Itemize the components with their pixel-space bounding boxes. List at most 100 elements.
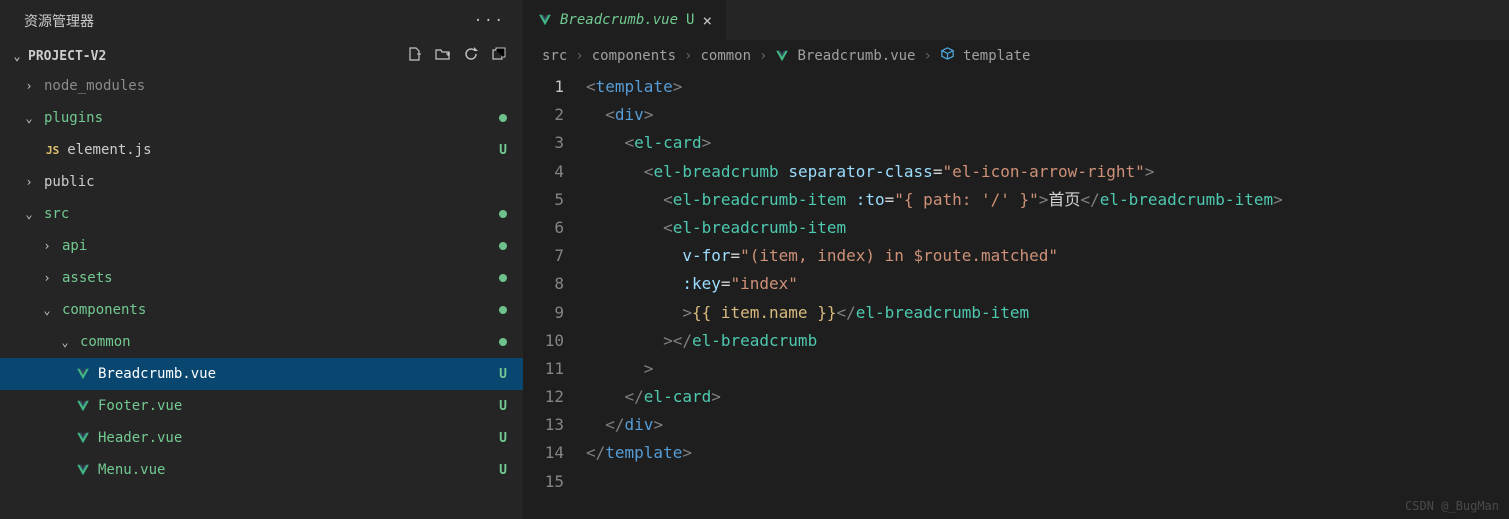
code-line[interactable]: v-for="(item, index) in $route.matched": [586, 242, 1509, 270]
tree-item-label: assets: [62, 270, 113, 286]
vue-icon: [775, 49, 789, 63]
code-line[interactable]: <el-breadcrumb-item: [586, 214, 1509, 242]
chevron-down-icon: ⌄: [10, 49, 24, 63]
tree-item-element-js[interactable]: JS element.js U: [0, 134, 523, 166]
tree-item-src[interactable]: ⌄ src: [0, 198, 523, 230]
watermark: CSDN @_BugMan: [1405, 499, 1499, 513]
tree-item-assets[interactable]: › assets: [0, 262, 523, 294]
new-folder-icon[interactable]: [435, 46, 451, 66]
code-line[interactable]: [586, 468, 1509, 496]
modified-dot-icon: [499, 242, 507, 250]
breadcrumb[interactable]: src›components›common›Breadcrumb.vue›tem…: [524, 40, 1509, 71]
line-number: 8: [524, 270, 586, 298]
collapse-icon[interactable]: [491, 46, 507, 66]
breadcrumb-segment[interactable]: template: [963, 48, 1030, 64]
line-number: 2: [524, 101, 586, 129]
breadcrumb-segment[interactable]: components: [592, 48, 676, 64]
code-line[interactable]: </template>: [586, 439, 1509, 467]
line-number: 11: [524, 355, 586, 383]
tree-item-breadcrumb-vue[interactable]: Breadcrumb.vue U: [0, 358, 523, 390]
modified-dot-icon: [499, 338, 507, 346]
tree-item-node_modules[interactable]: › node_modules: [0, 70, 523, 102]
line-number: 5: [524, 186, 586, 214]
tree-item-header-vue[interactable]: Header.vue U: [0, 422, 523, 454]
breadcrumb-segment[interactable]: common: [700, 48, 751, 64]
code-line[interactable]: </div>: [586, 411, 1509, 439]
code-content[interactable]: <template> <div> <el-card> <el-breadcrum…: [586, 71, 1509, 519]
vue-icon: [76, 399, 90, 413]
tree-item-label: element.js: [67, 142, 151, 158]
tree-item-label: Menu.vue: [98, 462, 165, 478]
project-header[interactable]: ⌄ PROJECT-V2: [0, 42, 523, 70]
tree-item-label: Breadcrumb.vue: [98, 366, 216, 382]
tree-item-components[interactable]: ⌄ components: [0, 294, 523, 326]
git-status-untracked: U: [499, 367, 507, 382]
tree-item-footer-vue[interactable]: Footer.vueU: [0, 390, 523, 422]
modified-dot-icon: [499, 306, 507, 314]
refresh-icon[interactable]: [463, 46, 479, 66]
chevron-right-icon: ›: [40, 271, 54, 285]
chevron-down-icon: ⌄: [58, 335, 72, 349]
line-number: 6: [524, 214, 586, 242]
chevron-right-icon: ›: [759, 48, 767, 64]
code-line[interactable]: >{{ item.name }}</el-breadcrumb-item: [586, 299, 1509, 327]
file-tree: › node_modules ⌄plugins JS element.js U › publi…: [0, 70, 523, 519]
code-line[interactable]: <el-breadcrumb-item :to="{ path: '/' }">…: [586, 186, 1509, 214]
new-file-icon[interactable]: [407, 46, 423, 66]
chevron-down-icon: ⌄: [22, 207, 36, 221]
tab-status: U: [686, 12, 694, 28]
more-actions-icon[interactable]: ···: [474, 13, 505, 29]
chevron-right-icon: ›: [22, 79, 36, 93]
breadcrumb-segment[interactable]: Breadcrumb.vue: [797, 48, 915, 64]
tree-item-api[interactable]: › api: [0, 230, 523, 262]
tab-label: Breadcrumb.vue: [560, 12, 678, 28]
code-line[interactable]: </el-card>: [586, 383, 1509, 411]
line-number: 15: [524, 468, 586, 496]
code-line[interactable]: <div>: [586, 101, 1509, 129]
tree-item-label: src: [44, 206, 69, 222]
chevron-right-icon: ›: [40, 239, 54, 253]
tree-item-common[interactable]: ⌄common: [0, 326, 523, 358]
line-number: 13: [524, 411, 586, 439]
close-icon[interactable]: ×: [702, 11, 712, 30]
tree-item-label: api: [62, 238, 87, 254]
tab-breadcrumb-vue[interactable]: Breadcrumb.vue U ×: [524, 0, 727, 40]
js-icon: JS: [46, 144, 59, 157]
line-number: 9: [524, 299, 586, 327]
explorer-title: 资源管理器: [24, 11, 94, 31]
chevron-right-icon: ›: [924, 48, 932, 64]
code-area[interactable]: 123456789101112131415 <template> <div> <…: [524, 71, 1509, 519]
modified-dot-icon: [499, 114, 507, 122]
chevron-right-icon: ›: [22, 175, 36, 189]
explorer-title-bar: 资源管理器 ···: [0, 0, 523, 42]
code-line[interactable]: ></el-breadcrumb: [586, 327, 1509, 355]
editor-pane: Breadcrumb.vue U × src › components › common…: [524, 0, 1509, 519]
code-line[interactable]: :key="index": [586, 270, 1509, 298]
tree-item-label: public: [44, 174, 95, 190]
tree-item-menu-vue[interactable]: Menu.vue U: [0, 454, 523, 486]
code-line[interactable]: <el-breadcrumb separator-class="el-icon-…: [586, 158, 1509, 186]
modified-dot-icon: [499, 274, 507, 282]
modified-dot-icon: [499, 210, 507, 218]
code-line[interactable]: <el-card>: [586, 129, 1509, 157]
vue-icon: [76, 367, 90, 381]
git-status-untracked: U: [499, 463, 507, 478]
line-number: 4: [524, 158, 586, 186]
chevron-down-icon: ⌄: [40, 303, 54, 317]
template-icon: [940, 46, 955, 65]
tree-item-plugins[interactable]: ⌄plugins: [0, 102, 523, 134]
tree-item-label: node_modules: [44, 78, 145, 94]
code-line[interactable]: <template>: [586, 73, 1509, 101]
line-number: 12: [524, 383, 586, 411]
tree-item-public[interactable]: › public: [0, 166, 523, 198]
chevron-right-icon: ›: [575, 48, 583, 64]
vue-icon: [76, 431, 90, 445]
tree-item-label: components: [62, 302, 146, 318]
tree-item-label: Header.vue: [98, 430, 182, 446]
breadcrumb-segment[interactable]: src: [542, 48, 567, 64]
code-line[interactable]: >: [586, 355, 1509, 383]
git-status-untracked: U: [499, 143, 507, 158]
project-name: PROJECT-V2: [28, 49, 106, 64]
line-number: 14: [524, 439, 586, 467]
git-status-untracked: U: [499, 431, 507, 446]
